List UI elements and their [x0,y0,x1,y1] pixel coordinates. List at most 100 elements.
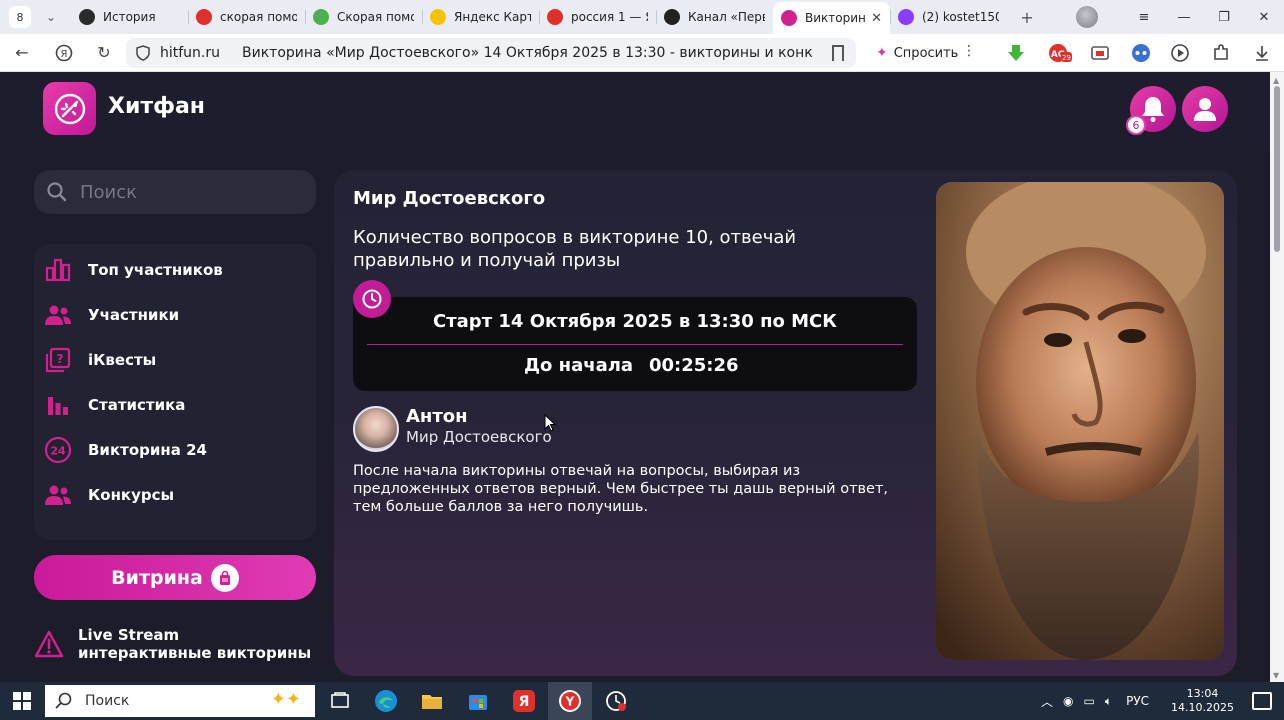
search-icon[interactable] [46,181,68,203]
yandex-icon[interactable]: Я [512,689,536,713]
live-stream-title: Live Stream [78,626,180,644]
vk-extension-icon[interactable] [1131,43,1151,63]
notifications-count-badge: 6 [1126,115,1146,135]
tab-list-chevron-icon[interactable]: ⌄ [39,5,63,29]
url-page-title: Викторина «Мир Достоевского» 14 Октября … [242,45,813,61]
sidebar-item-contests[interactable]: Конкурсы [44,478,304,512]
browser-tab-label: Яндекс Карт [454,10,531,24]
browser-tab-label: Скорая помо [337,10,414,24]
secure-shield-icon [136,45,150,61]
address-bar-row: ← Я ↻ hitfun.ru Викторина «Мир Достоевск… [0,34,1284,72]
bookmark-icon[interactable] [832,45,844,61]
search-input[interactable] [80,181,300,203]
reload-icon[interactable]: ↻ [90,39,118,67]
yandex-icon [196,9,212,25]
quest-icon: ? [44,346,72,374]
recorder-app-icon[interactable] [604,689,628,713]
sidebar-item-iquests[interactable]: ? iКвесты [44,343,304,377]
adblock-extension-icon[interactable]: AG 29 [1048,43,1072,63]
windows-start-icon[interactable] [0,682,44,720]
hd-icon [313,9,329,25]
tray-app-icon[interactable]: ◉ [1063,694,1073,708]
video-play-icon[interactable] [1170,43,1190,63]
browser-menu-icon[interactable]: ≡ [1124,10,1164,25]
language-indicator[interactable]: РУС [1126,694,1149,708]
network-icon[interactable]: ▭ [1084,694,1095,708]
page-scrollbar[interactable]: ▲ ▼ [1270,72,1284,682]
browser-profile-avatar[interactable] [1076,6,1098,28]
browser-tab[interactable]: Скорая помо [305,3,422,31]
tab-counter[interactable]: 8 [9,6,31,28]
scroll-down-icon[interactable]: ▼ [1273,671,1279,680]
browser-tab[interactable]: Канал «Перв [656,3,773,31]
sidebar-item-top-participants[interactable]: Топ участников [44,253,304,287]
sidebar-item-quiz24[interactable]: 24 Викторина 24 [44,433,304,467]
minimize-icon[interactable]: — [1164,10,1204,25]
file-explorer-icon[interactable] [420,689,444,713]
yandex-icon [547,9,563,25]
site-logo-text[interactable]: Хитфан [108,94,205,119]
back-arrow-icon[interactable]: ← [8,39,36,67]
sparkles-icon: ✦✦ [270,689,301,710]
browser-tab[interactable]: Викторин ✕ [773,2,890,34]
author-quiz-name: Мир Достоевского [406,428,552,446]
ask-label: Спросить [893,45,959,61]
sidebar-item-participants[interactable]: Участники [44,298,304,332]
user-profile-icon[interactable] [1182,86,1228,132]
quiz-rules: После начала викторины отвечай на вопрос… [353,463,889,515]
close-tab-icon[interactable]: ✕ [871,11,882,26]
quiz-description: Количество вопросов в викторине 10, отве… [353,227,797,271]
scroll-up-icon[interactable]: ▲ [1273,76,1279,85]
users-icon [44,301,72,329]
browser-tab[interactable]: Яндекс Карт [422,3,539,31]
tray-date: 14.10.2025 [1171,701,1234,714]
warning-triangle-icon [34,630,64,658]
screenshot-extension-icon[interactable] [1090,43,1110,63]
downloads-icon[interactable] [1252,43,1272,63]
tray-clock[interactable]: 13:04 14.10.2025 [1171,687,1234,715]
browser-tab-label: Канал «Перв [688,10,765,24]
live-stream-subtitle: интерактивные викторины [78,644,312,662]
notification-center-icon[interactable] [1252,692,1272,710]
sidebar-item-statistics[interactable]: Статистика [44,388,304,422]
countdown-label: До начала [524,355,634,376]
edge-browser-icon[interactable] [374,689,398,713]
contests-icon [44,481,72,509]
hitfun-logo-icon[interactable] [43,82,96,135]
live-stream-link[interactable]: Live Stream интерактивные викторины [34,626,311,662]
hitfun-icon [781,10,797,26]
browser-tab[interactable]: История [71,3,188,31]
url-domain: hitfun.ru [160,45,221,61]
start-timer-box: Старт 14 Октября 2025 в 13:30 по МСК До … [353,297,917,391]
download-arrow-icon[interactable] [1006,43,1026,63]
extensions-puzzle-icon[interactable] [1211,43,1231,63]
close-window-icon[interactable]: ✕ [1244,10,1284,25]
restore-icon[interactable]: ❐ [1204,10,1244,25]
taskbar-search[interactable]: Поиск ✦✦ [45,685,315,717]
quiz-cover-portrait [936,182,1224,660]
scroll-thumb[interactable] [1274,86,1280,252]
tray-chevron-up-icon[interactable]: ︿ [1041,693,1053,710]
volume-icon[interactable]: 🔈︎ [1105,694,1112,709]
svg-text:Я: Я [61,49,68,60]
new-tab-plus-icon[interactable]: + [1015,5,1039,29]
browser-tab[interactable]: (2) kostet150 [890,3,1007,31]
browser-tab[interactable]: россия 1 — Я [539,3,656,31]
yandex-home-icon[interactable]: Я [50,39,78,67]
sidebar-menu: Топ участников Участники ? iКвесты Стати… [34,244,316,540]
ask-alice-button[interactable]: ✦ Спросить [866,39,969,67]
tv-icon [664,9,680,25]
sidebar-item-label: Топ участников [88,261,223,279]
yandex-browser-active-slot[interactable]: Y [548,682,592,720]
sidebar-item-label: Конкурсы [88,486,175,504]
url-field[interactable]: hitfun.ru Викторина «Мир Достоевского» 1… [126,38,856,68]
vitrina-label: Витрина [111,566,203,589]
browser-tab[interactable]: скорая помо [188,3,305,31]
task-view-icon[interactable] [328,689,352,713]
vitrina-button[interactable]: Витрина [34,555,316,600]
sidebar-item-label: Участники [88,306,180,324]
more-vertical-icon[interactable]: ⋮ [962,43,976,59]
store-icon[interactable] [466,689,490,713]
author-name[interactable]: Антон [406,406,468,427]
author-avatar[interactable] [353,406,399,452]
